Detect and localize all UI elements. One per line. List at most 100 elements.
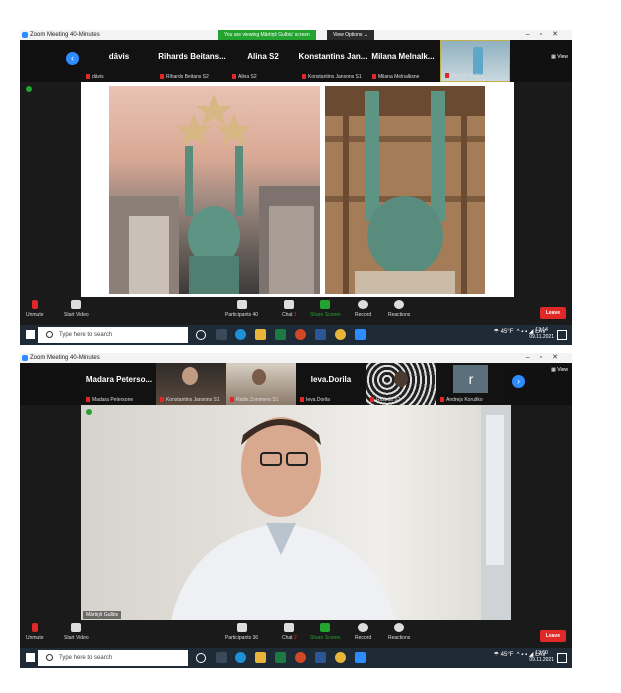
next-page-icon[interactable]: ›: [512, 375, 525, 388]
windows-start-icon[interactable]: [26, 330, 35, 339]
view-options-button[interactable]: View Options ⌄: [327, 30, 374, 40]
word-icon[interactable]: [315, 652, 326, 663]
participant-tile[interactable]: dāvis dāvis: [82, 40, 156, 82]
reactions-button[interactable]: Reactions: [388, 300, 410, 318]
reactions-button[interactable]: Reactions: [388, 623, 410, 641]
participant-tile-video[interactable]: Raitis Zommers S1: [226, 363, 296, 405]
prev-page-icon[interactable]: ‹: [66, 52, 79, 65]
cortana-icon[interactable]: [196, 330, 206, 340]
participant-label: Rihards Beitans S2: [160, 74, 209, 80]
participant-tile[interactable]: Milana Melnalk... Milana Melnalksne: [368, 40, 438, 82]
chat-icon: [284, 623, 295, 632]
window-title: Zoom Meeting 40-Minutes: [30, 32, 100, 38]
edge-icon[interactable]: [235, 652, 246, 663]
chat-button[interactable]: Chat 2: [282, 623, 297, 641]
participant-tile[interactable]: Madara Peterso... Madara Petersone: [82, 363, 156, 405]
share-screen-button[interactable]: Share Screen: [310, 300, 341, 318]
muted-mic-icon: [160, 397, 164, 403]
participant-strip: Madara Peterso... Madara Petersone Konst…: [20, 363, 572, 405]
view-button[interactable]: ▦ View: [551, 367, 568, 373]
participants-button[interactable]: Participants 40: [225, 300, 258, 318]
participant-tile[interactable]: Ieva.Dorila Ieva.Dorila: [296, 363, 366, 405]
participant-count: 40: [252, 312, 259, 318]
zoom-taskbar-icon[interactable]: [355, 652, 366, 663]
video-off-icon: [71, 300, 82, 309]
leave-button[interactable]: Leave: [539, 630, 566, 642]
participant-tile-video[interactable]: Ričards S2: [366, 363, 436, 405]
start-video-button[interactable]: Start Video: [64, 623, 89, 641]
participant-name: Milana Melnalk...: [371, 52, 435, 61]
chrome-icon[interactable]: [335, 329, 346, 340]
participant-label: Madara Petersone: [86, 397, 133, 403]
muted-mic-icon: [445, 73, 449, 79]
word-icon[interactable]: [315, 329, 326, 340]
participant-name: Madara Peterso...: [85, 375, 153, 384]
muted-mic-icon: [370, 397, 374, 403]
participant-label: Ieva.Dorila: [300, 397, 330, 403]
participant-tile[interactable]: r Andrejs Koruško: [436, 363, 506, 405]
participant-tile[interactable]: Konstantins Jan... Konstantins Jansons S…: [298, 40, 368, 82]
window-controls[interactable]: –▫✕: [526, 353, 568, 363]
notifications-icon[interactable]: [557, 330, 567, 340]
taskbar-search-box[interactable]: Type here to search: [38, 327, 188, 343]
unmute-button[interactable]: Unmute: [26, 623, 44, 641]
zoom-app-icon: [22, 355, 28, 361]
windows-taskbar: Type here to search ☂ 45°F ^ ▪ ▪ ◢ LAV 1…: [20, 325, 572, 345]
muted-mic-icon: [160, 74, 164, 80]
powerpoint-icon[interactable]: [295, 652, 306, 663]
participant-label: Ričards S2: [370, 397, 400, 403]
chat-badge: 1: [293, 312, 297, 318]
zoom-window-speaker-view: Zoom Meeting 40-Minutes –▫✕ Madara Peter…: [20, 353, 572, 668]
chat-button[interactable]: Chat 1: [282, 300, 297, 318]
muted-mic-icon: [440, 397, 444, 403]
windows-start-icon[interactable]: [26, 653, 35, 662]
notifications-icon[interactable]: [557, 653, 567, 663]
record-button[interactable]: Record: [355, 623, 371, 641]
video-thumbnail: [252, 369, 266, 385]
active-speaker-video: Mārtiņš Gulbis: [81, 405, 511, 620]
excel-icon[interactable]: [275, 652, 286, 663]
zoom-window-screen-share: Zoom Meeting 40-Minutes –▫✕ You are view…: [20, 30, 572, 345]
video-thumbnail: [394, 371, 408, 387]
unmute-button[interactable]: Unmute: [26, 300, 44, 318]
chrome-icon[interactable]: [335, 652, 346, 663]
edge-icon[interactable]: [235, 329, 246, 340]
meeting-toolbar: Unmute Start Video Participants 40 Chat …: [20, 297, 572, 325]
muted-mic-icon: [300, 397, 304, 403]
video-thumbnail: [473, 47, 483, 75]
view-button[interactable]: ▦ View: [551, 54, 568, 60]
participant-label: Konstantins Jansons S1: [160, 397, 220, 403]
taskbar-clock[interactable]: 13:14 09.11.2021: [529, 327, 554, 341]
zoom-taskbar-icon[interactable]: [355, 329, 366, 340]
participant-tile-video[interactable]: Mārtiņš Gulbis: [440, 40, 510, 82]
record-button[interactable]: Record: [355, 300, 371, 318]
share-screen-button[interactable]: Share Screen: [310, 623, 341, 641]
participant-tile-video[interactable]: Konstantins Jansons S1: [156, 363, 226, 405]
cortana-icon[interactable]: [196, 653, 206, 663]
participant-tile[interactable]: Alina S2 Alina S2: [228, 40, 298, 82]
reactions-icon: [394, 300, 405, 309]
file-explorer-icon[interactable]: [255, 329, 266, 340]
shared-screen: [81, 82, 514, 297]
taskbar-search-box[interactable]: Type here to search: [38, 650, 188, 666]
participant-name: Rihards Beitans...: [158, 52, 226, 61]
file-explorer-icon[interactable]: [255, 652, 266, 663]
leave-button[interactable]: Leave: [539, 307, 566, 319]
task-view-icon[interactable]: [216, 329, 227, 340]
window-controls[interactable]: –▫✕: [526, 30, 568, 40]
meeting-toolbar: Unmute Start Video Participants 36 Chat …: [20, 620, 572, 648]
monument-interior-photo: [325, 86, 485, 294]
muted-mic-icon: [302, 74, 306, 80]
muted-mic-icon: [232, 74, 236, 80]
task-view-icon[interactable]: [216, 652, 227, 663]
chat-icon: [284, 300, 295, 309]
chat-badge: 2: [293, 635, 297, 641]
participant-label: Raitis Zommers S1: [230, 397, 279, 403]
excel-icon[interactable]: [275, 329, 286, 340]
taskbar-clock[interactable]: 13:50 09.11.2021: [529, 650, 554, 664]
participants-button[interactable]: Participants 36: [225, 623, 258, 641]
powerpoint-icon[interactable]: [295, 329, 306, 340]
participant-tile[interactable]: Rihards Beitans... Rihards Beitans S2: [156, 40, 228, 82]
participant-label: Milana Melnalksne: [372, 74, 419, 80]
start-video-button[interactable]: Start Video: [64, 300, 89, 318]
